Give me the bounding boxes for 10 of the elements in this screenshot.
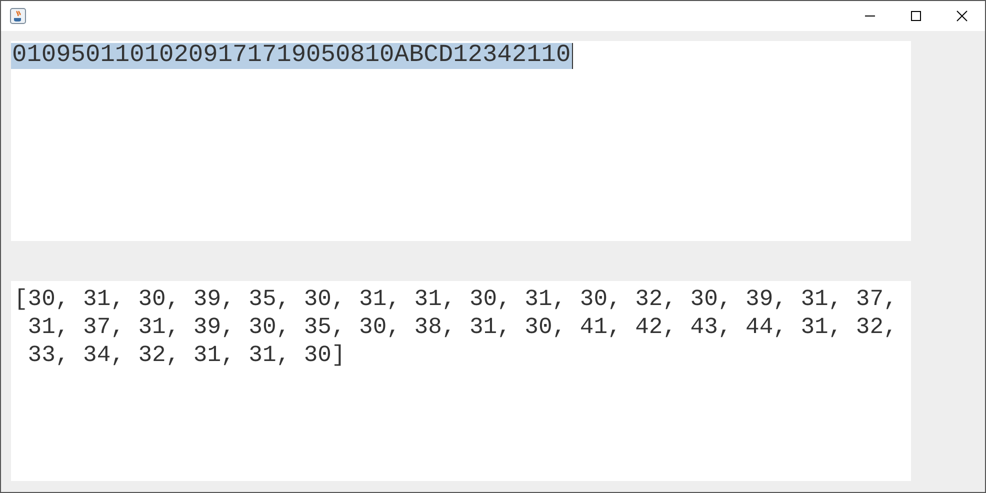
selected-text: 01095011010209171719050810ABCD12342110 [11,43,572,69]
output-text-area[interactable]: [30, 31, 30, 39, 35, 30, 31, 31, 30, 31, 30, 32, 30, 39, 31, 37, 31, 37, 31, 39, 30, 35, 30, 38, 31, 30, 41, 42, 43, 44, 31, 32, 33, 34, 32, 31, 31, 30] [11,281,911,481]
output-line: 33, 34, 32, 31, 31, 30] [26,341,346,369]
output-line: [30, 31, 30, 39, 35, 30, 31, 31, 30, 31, 30, 32, 30, 39, 31, 37, [14,285,898,313]
close-icon [956,10,968,22]
input-text-area[interactable]: 01095011010209171719050810ABCD12342110 [11,41,911,241]
cup-icon [10,8,26,24]
text-caret [572,43,573,69]
output-line: 31, 37, 31, 39, 30, 35, 30, 38, 31, 30, 41, 42, 43, 44, 31, 32, [26,313,898,341]
maximize-icon [910,10,922,22]
